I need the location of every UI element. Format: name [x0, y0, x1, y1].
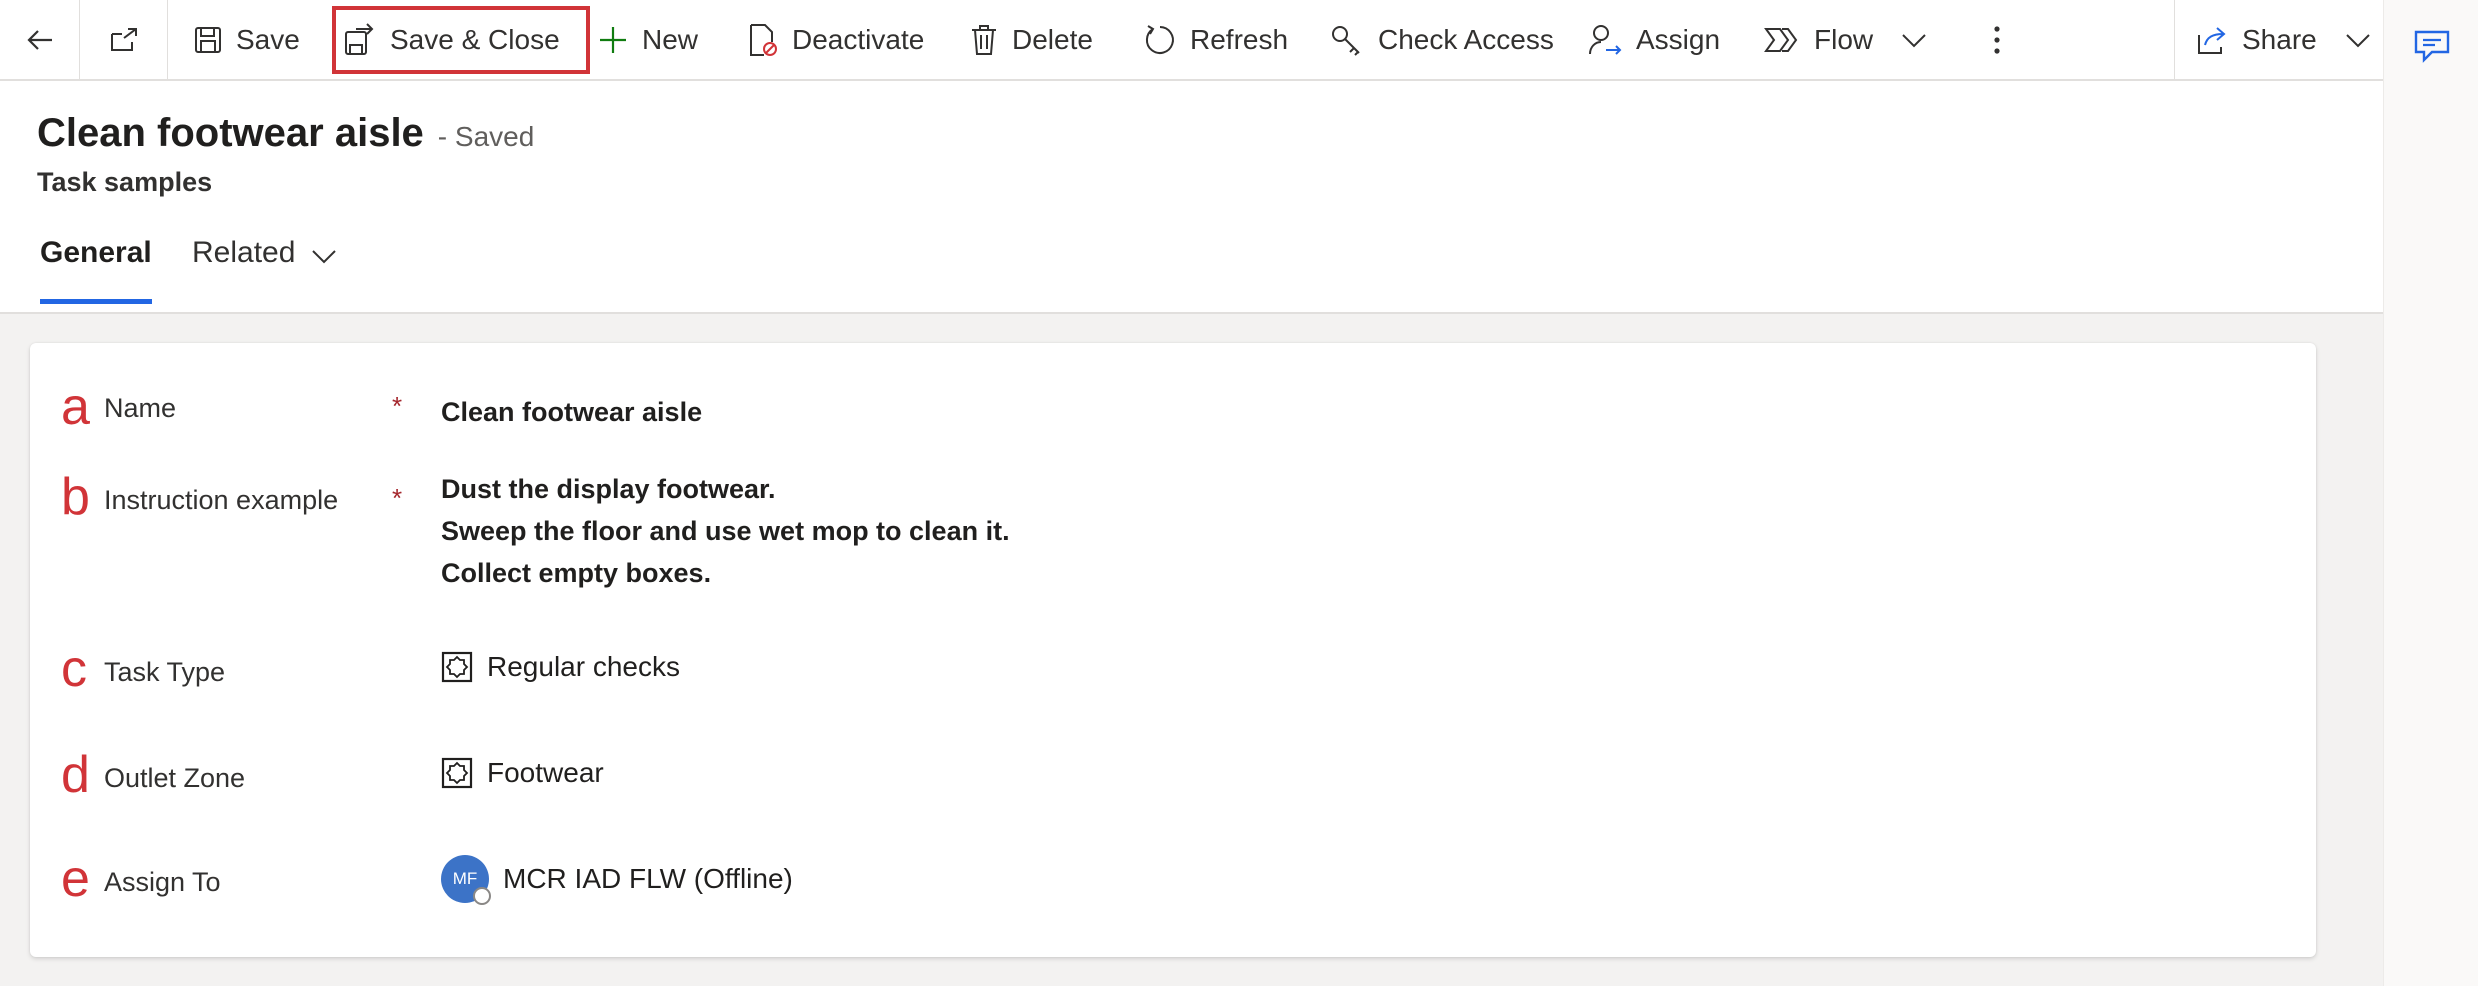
assign-to-value: MCR IAD FLW (Offline)	[503, 863, 793, 894]
open-in-new-window-button[interactable]	[80, 0, 168, 80]
flow-icon	[1764, 27, 1798, 52]
share-divider	[2174, 0, 2175, 81]
check-access-button[interactable]: Check Access	[1330, 0, 1554, 80]
required-marker: *	[392, 483, 403, 513]
back-arrow-icon	[26, 29, 52, 50]
instruction-value[interactable]: Dust the display footwear. Sweep the flo…	[441, 468, 1010, 594]
trash-icon	[972, 24, 996, 55]
entity-record-icon	[441, 757, 473, 789]
chat-button[interactable]	[2412, 28, 2452, 64]
annotation-letter: b	[61, 468, 90, 526]
right-side-rail	[2383, 0, 2478, 986]
title-row: Clean footwear aisle - Saved	[37, 111, 534, 156]
plus-icon	[600, 26, 626, 53]
instruction-label: Instruction example	[104, 485, 339, 515]
flow-button[interactable]: Flow	[1764, 0, 1927, 80]
task-type-value: Regular checks	[487, 651, 680, 682]
refresh-button[interactable]: Refresh	[1144, 0, 1288, 80]
presence-offline-icon	[473, 887, 491, 905]
refresh-icon	[1145, 24, 1174, 54]
command-bar: Save Save & Close New Deactivate Delete …	[0, 0, 2383, 81]
entity-name: Task samples	[37, 167, 213, 197]
share-label: Share	[2242, 23, 2317, 55]
chevron-down-icon	[312, 250, 337, 264]
share-button[interactable]: Share	[2196, 0, 2371, 80]
name-value[interactable]: Clean footwear aisle	[441, 397, 702, 428]
task-type-lookup[interactable]: Regular checks	[441, 651, 680, 683]
annotation-letter: d	[61, 746, 90, 804]
deactivate-document-icon	[750, 23, 777, 56]
back-button[interactable]	[0, 0, 80, 80]
more-vertical-icon	[1994, 25, 2000, 54]
required-marker: *	[392, 391, 403, 421]
new-button[interactable]: New	[598, 0, 698, 80]
tab-related-label: Related	[192, 236, 296, 269]
outlet-zone-label: Outlet Zone	[104, 763, 246, 793]
deactivate-button[interactable]: Deactivate	[748, 0, 924, 80]
assign-button[interactable]: Assign	[1588, 0, 1720, 80]
check-access-label: Check Access	[1378, 23, 1554, 55]
general-form-section: a Name * Clean footwear aisle b Instruct…	[30, 343, 2316, 957]
avatar: MF	[441, 855, 491, 905]
share-icon	[2198, 26, 2226, 54]
assign-to-lookup[interactable]: MF MCR IAD FLW (Offline)	[441, 855, 793, 905]
save-disk-icon	[195, 26, 221, 53]
record-header: Clean footwear aisle - Saved Task sample…	[0, 81, 2383, 314]
flow-label: Flow	[1814, 23, 1874, 55]
assign-person-icon	[1589, 24, 1622, 55]
tab-general-label: General	[40, 236, 152, 269]
save-and-close-label: Save & Close	[390, 23, 560, 55]
key-icon	[1332, 25, 1360, 56]
chevron-down-icon	[1902, 33, 1926, 47]
outlet-zone-lookup[interactable]: Footwear	[441, 757, 604, 789]
save-status: - Saved	[437, 121, 535, 152]
more-commands-button[interactable]	[1982, 0, 2012, 80]
name-label: Name	[104, 393, 177, 423]
delete-button[interactable]: Delete	[970, 0, 1093, 80]
annotation-letter: a	[61, 378, 90, 436]
refresh-label: Refresh	[1190, 23, 1289, 55]
avatar-initials: MF	[452, 869, 478, 888]
assign-to-label: Assign To	[104, 867, 221, 897]
chevron-down-icon	[2346, 33, 2370, 47]
active-tab-indicator	[40, 299, 152, 304]
tab-related[interactable]: Related	[192, 236, 337, 296]
instruction-line: Dust the display footwear.	[441, 474, 776, 504]
open-new-window-icon	[110, 27, 137, 51]
instruction-line: Sweep the floor and use wet mop to clean…	[441, 516, 1010, 546]
chat-icon	[2414, 30, 2450, 63]
assign-label: Assign	[1636, 23, 1721, 55]
save-and-close-button[interactable]: Save & Close	[344, 0, 560, 80]
entity-record-icon	[441, 651, 473, 683]
instruction-line: Collect empty boxes.	[441, 558, 712, 588]
new-label: New	[642, 23, 699, 55]
page-title: Clean footwear aisle	[37, 111, 424, 155]
tab-general[interactable]: General	[40, 236, 152, 296]
save-and-close-icon	[345, 22, 374, 55]
outlet-zone-value: Footwear	[487, 757, 604, 788]
deactivate-label: Deactivate	[792, 23, 925, 55]
task-type-label: Task Type	[104, 657, 226, 687]
delete-label: Delete	[1012, 23, 1093, 55]
annotation-letter: c	[61, 640, 87, 698]
annotation-letter: e	[61, 850, 90, 908]
save-label: Save	[236, 23, 300, 55]
save-button[interactable]: Save	[194, 0, 300, 80]
